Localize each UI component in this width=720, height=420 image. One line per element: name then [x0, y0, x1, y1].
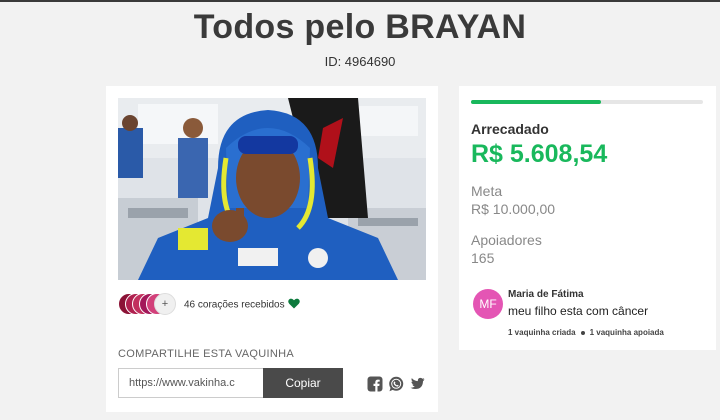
supporter-avatars: + [118, 293, 188, 315]
share-row: Copiar [118, 368, 428, 400]
raised-value: R$ 5.608,54 [471, 140, 608, 168]
campaigns-created: 1 vaquinha criada [508, 328, 576, 337]
organizer-avatar[interactable]: MF [473, 289, 503, 319]
twitter-icon[interactable] [409, 376, 425, 392]
progress-bar-fill [471, 100, 601, 104]
heart-icon [287, 298, 300, 312]
supporters-label: Apoiadores [471, 232, 542, 248]
supporters-value: 165 [471, 250, 495, 266]
progress-bar [471, 100, 703, 104]
campaign-photo [118, 98, 426, 280]
goal-label: Meta [471, 183, 503, 199]
organizer-name[interactable]: Maria de Fátima [508, 289, 584, 300]
campaign-id: ID: 4964690 [324, 54, 396, 69]
goal-value: R$ 10.000,00 [471, 201, 556, 217]
page-title: Todos pelo BRAYAN [193, 8, 527, 46]
organizer-message: meu filho esta com câncer [508, 304, 649, 318]
separator-dot [580, 330, 585, 335]
organizer-stats: 1 vaquinha criada 1 vaquinha apoiada [508, 328, 664, 337]
whatsapp-icon[interactable] [388, 376, 404, 392]
share-label: COMPARTILHE ESTA VAQUINHA [118, 348, 294, 360]
more-supporters-button[interactable]: + [154, 293, 176, 315]
stats-card: Arrecadado R$ 5.608,54 Meta R$ 10.000,00… [459, 86, 716, 350]
campaigns-supported: 1 vaquinha apoiada [589, 328, 664, 337]
copy-button[interactable]: Copiar [263, 368, 343, 398]
raised-label: Arrecadado [471, 121, 549, 137]
campaign-photo-image [118, 98, 426, 280]
campaign-card: + 46 corações recebidos COMPARTILHE ESTA… [106, 86, 438, 412]
top-border [0, 0, 720, 2]
share-link-input[interactable] [118, 368, 263, 398]
hearts-count-text: 46 corações recebidos [184, 299, 285, 311]
hearts-row: + 46 corações recebidos [118, 292, 428, 316]
hearts-count: 46 corações recebidos [184, 298, 300, 312]
facebook-icon[interactable] [367, 376, 383, 392]
